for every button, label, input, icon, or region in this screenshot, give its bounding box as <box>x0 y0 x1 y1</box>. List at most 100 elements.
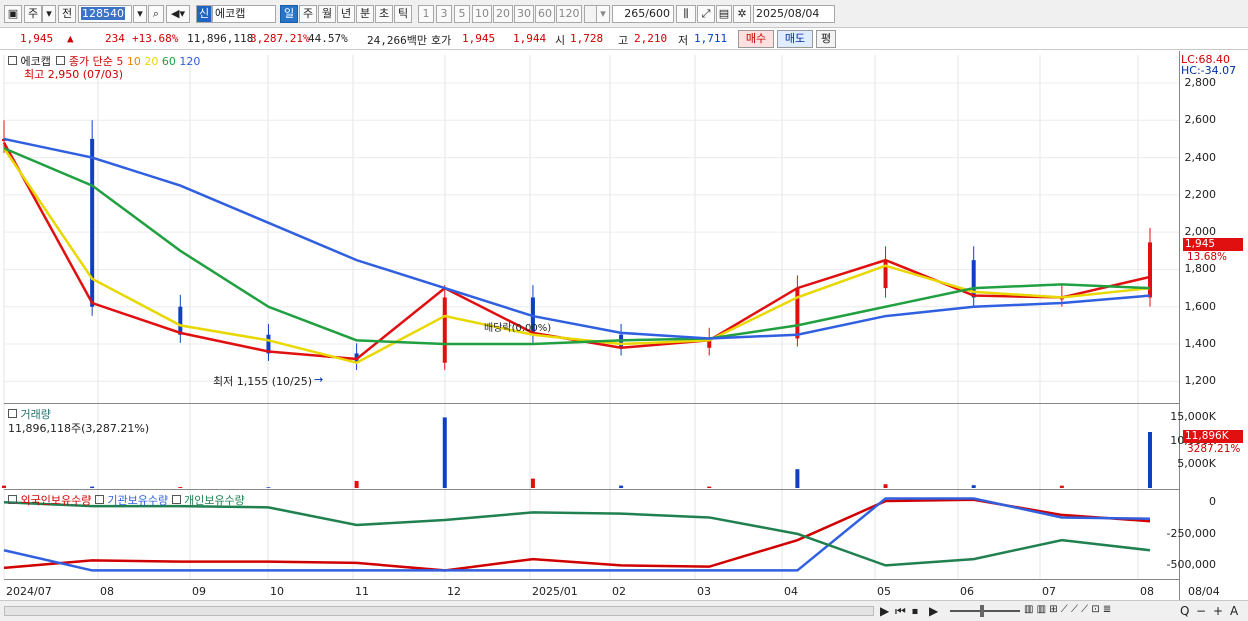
x-tick: 08/04 <box>1188 585 1220 598</box>
minute-1[interactable]: 1 <box>418 5 434 23</box>
search-icon[interactable]: ⌕ <box>148 5 164 23</box>
chevron-down-icon[interactable]: ▾ <box>133 5 147 23</box>
quote-bar: 1,945 ▲ 234 +13.68% 11,896,118 3,287.21%… <box>0 28 1248 50</box>
minute-3[interactable]: 3 <box>436 5 452 23</box>
draw-icon[interactable]: ⤢ <box>697 5 715 23</box>
volume-bar <box>178 487 183 488</box>
chevron-down-icon[interactable]: ▾ <box>596 5 610 23</box>
stock-name[interactable]: 에코캡 <box>212 5 276 23</box>
x-tick: 12 <box>447 585 461 598</box>
play-icon[interactable]: ▶ <box>929 604 938 618</box>
candle-body <box>883 260 888 289</box>
volume-ytick: 15,000K <box>1170 410 1216 424</box>
legend-individual: 개인보유수량 <box>184 494 245 507</box>
legend-institution: 기관보유수량 <box>107 494 169 507</box>
period-daily[interactable]: 일 <box>280 5 298 23</box>
minute-5[interactable]: 5 <box>454 5 470 23</box>
minute-120[interactable]: 120 <box>556 5 582 23</box>
price-ytick: 2,200 <box>1184 187 1217 201</box>
auto-icon[interactable]: A <box>1230 604 1238 618</box>
date-field[interactable]: 2025/08/04 <box>753 5 835 23</box>
chart-tools-icon[interactable]: ▥ ▥ ⊞ ⟋ ⟋ ⟋ ⊡ ≣ <box>1024 604 1111 615</box>
zoom-reset-icon[interactable]: Q <box>1180 604 1189 618</box>
chart-area[interactable] <box>0 51 1248 601</box>
high-price: 2,210 <box>634 32 668 45</box>
price-ytick: 1,200 <box>1184 374 1217 388</box>
last-pct: 13.68% <box>1187 251 1228 263</box>
count-field[interactable]: 265/600 <box>612 5 674 23</box>
x-tick: 08 <box>1140 585 1154 598</box>
x-tick: 05 <box>877 585 891 598</box>
panel-divider <box>4 579 1179 580</box>
last-volume-badge: 11,896K <box>1183 430 1243 443</box>
scroll-right-icon[interactable]: ▶ <box>880 604 889 618</box>
save-icon[interactable]: ▤ <box>716 5 732 23</box>
candle-body <box>178 306 183 335</box>
stop-icon[interactable]: ⏹ <box>912 604 918 619</box>
volume-bar <box>530 478 535 488</box>
legend-ma-120: 120 <box>179 55 201 68</box>
high-label: 고 <box>618 34 629 47</box>
scroll-track[interactable] <box>4 606 874 616</box>
toolbar: ▣ 주 ▾ 전 128540 ▾ ⌕ ◀▾ 신 에코캡 일 주 월 년 분 초 … <box>0 0 1248 28</box>
legend-foreign: 외국인보유수량 <box>20 494 92 507</box>
min-note: 최저 1,155 (10/25) <box>213 375 313 388</box>
x-tick: 10 <box>270 585 284 598</box>
max-note: 최고 2,950 (07/03) <box>24 68 124 81</box>
sell-button[interactable]: 매도 <box>777 30 813 48</box>
ma-line-60 <box>3 147 1151 346</box>
price-change: 234 <box>105 32 125 45</box>
buy-button[interactable]: 매수 <box>738 30 774 48</box>
volume-value: 11,896,118주(3,287.21%) <box>8 422 150 435</box>
volume-bar <box>883 484 888 488</box>
speaker-icon[interactable]: ◀▾ <box>166 5 190 23</box>
market-select[interactable]: 주 <box>24 5 42 23</box>
period-second[interactable]: 초 <box>375 5 393 23</box>
layout-icon[interactable]: ▣ <box>4 5 22 23</box>
x-tick: 2024/07 <box>6 585 52 598</box>
candle-body <box>90 138 95 307</box>
holder-ytick: 0 <box>1209 495 1216 509</box>
x-tick: 02 <box>612 585 626 598</box>
zoom-in-icon[interactable]: + <box>1213 604 1223 618</box>
period-monthly[interactable]: 월 <box>318 5 336 23</box>
minute-30[interactable]: 30 <box>514 5 534 23</box>
period-tick[interactable]: 틱 <box>394 5 412 23</box>
zoom-out-icon[interactable]: − <box>1196 604 1206 618</box>
price-ytick: 2,000 <box>1184 225 1217 239</box>
x-tick: 04 <box>784 585 798 598</box>
volume-bar <box>442 417 447 488</box>
period-minute[interactable]: 분 <box>356 5 374 23</box>
code-input[interactable]: 128540 <box>78 5 132 23</box>
period-yearly[interactable]: 년 <box>337 5 355 23</box>
ask-label: 호가 <box>431 34 452 47</box>
x-tick: 06 <box>960 585 974 598</box>
price-ytick: 1,800 <box>1184 262 1217 276</box>
zoom-slider[interactable] <box>950 610 1020 612</box>
trade-amount: 24,266백만 <box>367 34 427 47</box>
volume-bar <box>795 469 800 488</box>
current-price: 1,945 <box>20 32 54 45</box>
x-tick: 08 <box>100 585 114 598</box>
volume-ytick: 5,000K <box>1177 457 1216 471</box>
rewind-icon[interactable]: ⏮ <box>895 604 906 619</box>
eval-button[interactable]: 평 <box>816 30 836 48</box>
holder-ytick: -250,000 <box>1166 526 1216 540</box>
minute-10[interactable]: 10 <box>472 5 492 23</box>
gear-icon[interactable]: ✲ <box>733 5 751 23</box>
candle-icon[interactable]: ⫼ <box>676 5 696 23</box>
minute-60[interactable]: 60 <box>535 5 555 23</box>
price-ytick: 2,400 <box>1184 150 1217 164</box>
zoom-handle[interactable] <box>980 605 984 617</box>
holder-line-2 <box>3 501 1151 567</box>
period-weekly[interactable]: 주 <box>299 5 317 23</box>
price-ytick: 2,800 <box>1184 75 1217 89</box>
prev-button[interactable]: 전 <box>58 5 76 23</box>
chevron-down-icon[interactable]: ▾ <box>42 5 56 23</box>
volume: 11,896,118 <box>187 32 254 45</box>
volume-bar <box>971 485 976 488</box>
signal-badge[interactable]: 신 <box>196 5 212 23</box>
holder-legend: 외국인보유수량 기관보유수량 개인보유수량 <box>8 492 245 508</box>
minute-20[interactable]: 20 <box>493 5 513 23</box>
bid-price: 1,944 <box>513 32 547 45</box>
